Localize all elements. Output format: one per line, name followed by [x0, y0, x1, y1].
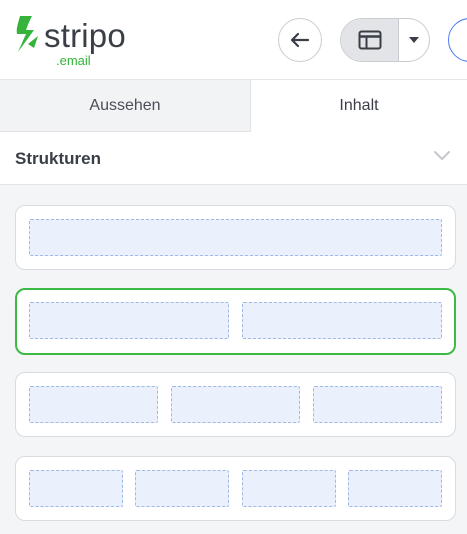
- structure-3-columns[interactable]: [15, 372, 456, 437]
- view-mode-group: [340, 18, 430, 62]
- structure-column: [242, 470, 336, 507]
- structure-column: [348, 470, 442, 507]
- logo-wordmark: stripo: [44, 17, 126, 54]
- structure-4-columns[interactable]: [15, 456, 456, 521]
- stripo-editor: stripo .email Aussehen Inhalt Strukturen: [0, 0, 467, 534]
- logo-subtext: .email: [56, 53, 91, 68]
- panel-tabs: Aussehen Inhalt: [0, 80, 467, 132]
- structure-1-column[interactable]: [15, 205, 456, 270]
- tab-aussehen[interactable]: Aussehen: [0, 80, 251, 132]
- chevron-down-icon[interactable]: [432, 148, 452, 162]
- structure-column: [242, 302, 442, 339]
- structure-column: [171, 386, 300, 423]
- strukturen-section-header[interactable]: Strukturen: [0, 132, 467, 185]
- stripo-logo[interactable]: stripo .email: [14, 14, 154, 68]
- arrow-left-icon: [290, 32, 310, 48]
- layout-icon: [358, 30, 381, 50]
- structure-column: [29, 302, 229, 339]
- view-mode-dropdown[interactable]: [399, 19, 429, 61]
- caret-down-icon: [409, 37, 419, 43]
- structure-column: [313, 386, 442, 423]
- layout-view-button[interactable]: [341, 19, 399, 61]
- lightning-logo-icon: [16, 16, 38, 52]
- back-button[interactable]: [278, 18, 322, 62]
- top-header: stripo .email: [0, 0, 467, 80]
- section-title: Strukturen: [15, 149, 101, 168]
- structure-column: [29, 470, 123, 507]
- header-action-button[interactable]: [448, 18, 467, 62]
- structure-2-columns[interactable]: [15, 288, 456, 355]
- tab-inhalt[interactable]: Inhalt: [251, 80, 467, 132]
- structure-column: [135, 470, 229, 507]
- structure-column: [29, 219, 442, 256]
- structure-column: [29, 386, 158, 423]
